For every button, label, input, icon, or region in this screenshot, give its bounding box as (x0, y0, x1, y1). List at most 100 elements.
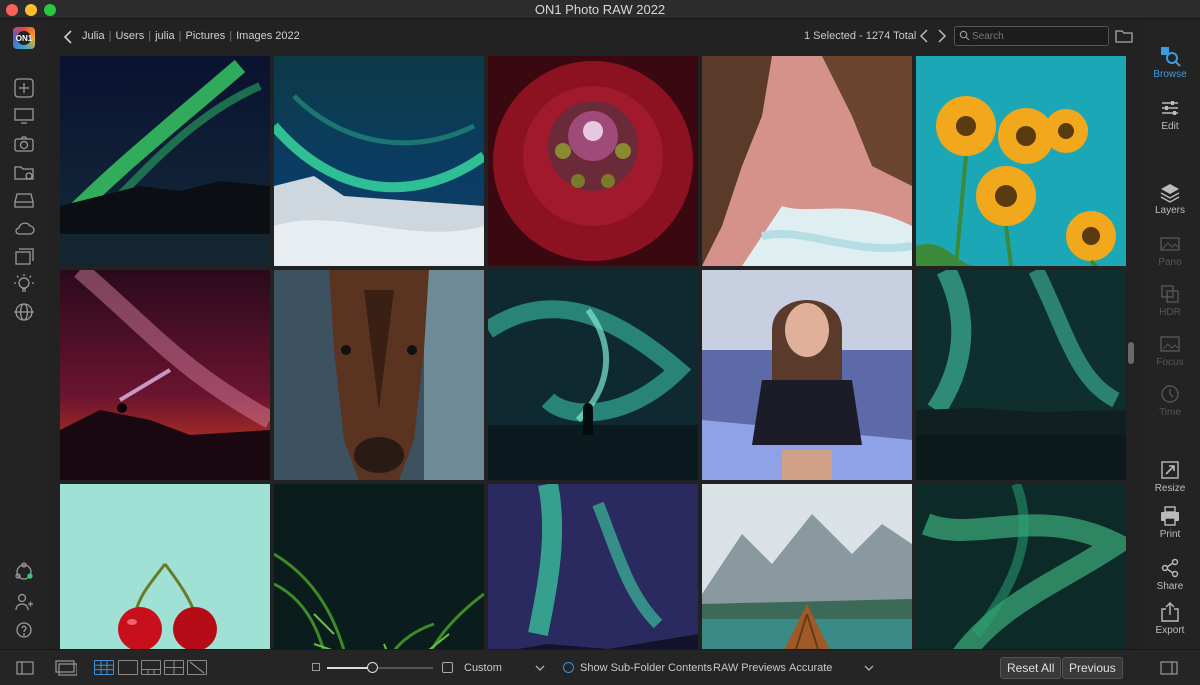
module-layers[interactable]: Layers (1140, 181, 1200, 216)
thumbnail-size-slider-track[interactable] (373, 667, 433, 669)
breadcrumb-item[interactable]: Images 2022 (236, 30, 300, 42)
cloud-icon[interactable] (12, 217, 36, 239)
photo-thumbnail[interactable] (702, 484, 912, 649)
module-edit[interactable]: Edit (1140, 97, 1200, 132)
module-label: Share (1156, 581, 1184, 592)
browser-header: Julia | Users | julia | Pictures | Images 20… (50, 19, 1140, 56)
title-bar: ON1 Photo RAW 2022 (0, 0, 1200, 19)
module-print[interactable]: Print (1140, 505, 1200, 540)
raw-previews-select[interactable]: Accurate (789, 650, 832, 685)
module-resize[interactable]: Resize (1140, 459, 1200, 494)
sort-select[interactable]: Custom (464, 650, 502, 685)
photo-thumbnail[interactable] (60, 270, 270, 480)
module-pano[interactable]: Pano (1140, 233, 1200, 268)
chevron-down-icon[interactable] (864, 664, 874, 672)
thumbnail-size-slider-knob[interactable] (367, 662, 378, 673)
filmstrip-view-icon (142, 669, 160, 674)
compare-grid-icon (165, 661, 183, 674)
breadcrumb: Julia | Users | julia | Pictures | Images 20… (82, 30, 300, 42)
search-box[interactable] (954, 26, 1109, 46)
module-share[interactable]: Share (1140, 557, 1200, 592)
photo-thumbnail[interactable] (60, 484, 270, 649)
folder-icon[interactable] (12, 161, 36, 183)
photo-thumbnail[interactable] (916, 56, 1126, 266)
module-time[interactable]: Time (1140, 383, 1200, 418)
focus-icon (1160, 336, 1180, 352)
photo-thumbnail[interactable] (488, 270, 698, 480)
module-browse[interactable]: Browse (1140, 45, 1200, 80)
grid-view-button[interactable] (94, 660, 114, 675)
resize-icon (1161, 461, 1179, 479)
albums-icon[interactable] (12, 245, 36, 267)
left-toolbar: ON1 (0, 19, 50, 685)
sort-select-value: Custom (464, 662, 502, 674)
breadcrumb-item[interactable]: Pictures (186, 30, 226, 42)
previous-image-icon[interactable] (918, 28, 930, 44)
breadcrumb-item[interactable]: julia (155, 30, 175, 42)
photo-thumbnail[interactable] (274, 56, 484, 266)
photo-thumbnail[interactable] (274, 270, 484, 480)
photo-thumbnail[interactable] (488, 484, 698, 649)
drive-icon[interactable] (12, 189, 36, 211)
sync-icon[interactable] (12, 561, 36, 583)
camera-icon[interactable] (12, 133, 36, 155)
detail-view-button[interactable] (118, 660, 138, 675)
selection-status: 1 Selected - 1274 Total (804, 30, 917, 42)
toggle-right-panel-icon[interactable] (1160, 661, 1178, 675)
search-icon (959, 30, 970, 41)
module-focus[interactable]: Focus (1140, 333, 1200, 368)
next-image-icon[interactable] (936, 28, 948, 44)
grid-scrollbar[interactable] (1128, 342, 1134, 364)
reset-all-button[interactable]: Reset All (1000, 657, 1062, 679)
filmstrip-view-button[interactable] (141, 660, 161, 675)
add-icon[interactable] (12, 77, 36, 99)
map-view-button[interactable] (187, 660, 207, 675)
app-logo[interactable]: ON1 (13, 27, 35, 49)
raw-previews-label: RAW Previews (713, 662, 786, 674)
search-input[interactable] (972, 28, 1104, 44)
new-folder-icon[interactable] (1114, 28, 1134, 44)
sort-checkbox[interactable] (442, 662, 453, 673)
photo-thumbnail[interactable] (488, 56, 698, 266)
module-hdr[interactable]: HDR (1140, 283, 1200, 318)
help-icon[interactable] (12, 619, 36, 641)
subfolder-label[interactable]: Show Sub-Folder Contents (580, 650, 712, 685)
app-logo-text: ON1 (16, 31, 32, 45)
module-label: Focus (1156, 357, 1184, 368)
small-thumb-icon (312, 663, 320, 671)
module-toolbar: Browse Edit Layers Pano HDR Focus Time R… (1140, 19, 1200, 685)
raw-previews-value: Accurate (789, 662, 833, 674)
toggle-left-panel-icon[interactable] (16, 661, 34, 675)
export-icon (1161, 602, 1179, 622)
module-label: Time (1159, 407, 1181, 418)
people-icon[interactable] (12, 591, 36, 613)
module-label: Layers (1154, 205, 1185, 216)
breadcrumb-item[interactable]: Users (115, 30, 144, 42)
bottom-bar: Custom Show Sub-Folder Contents RAW Prev… (0, 649, 1200, 685)
photo-thumbnail[interactable] (916, 270, 1126, 480)
bulb-icon[interactable] (12, 273, 36, 295)
back-chevron-icon[interactable] (62, 29, 74, 45)
clock-icon (1161, 385, 1179, 403)
module-label: Print (1159, 529, 1181, 540)
photo-thumbnail[interactable] (60, 56, 270, 266)
share-icon (1161, 558, 1179, 578)
photo-thumbnail[interactable] (702, 56, 912, 266)
display-icon[interactable] (12, 105, 36, 127)
breadcrumb-item[interactable]: Julia (82, 30, 105, 42)
grid-view-icon (95, 661, 113, 674)
photo-grid (60, 56, 1126, 649)
module-export[interactable]: Export (1140, 601, 1200, 636)
photo-thumbnail[interactable] (702, 270, 912, 480)
panorama-icon (1160, 237, 1180, 251)
compare-grid-button[interactable] (164, 660, 184, 675)
previous-button[interactable]: Previous (1062, 657, 1123, 679)
photo-thumbnail[interactable] (916, 484, 1126, 649)
compare-view-icon[interactable] (55, 660, 77, 676)
chevron-down-icon[interactable] (535, 664, 545, 672)
hdr-icon (1161, 285, 1179, 303)
globe-icon[interactable] (12, 301, 36, 323)
layers-icon (1160, 184, 1180, 203)
subfolder-toggle[interactable] (563, 662, 574, 673)
photo-thumbnail[interactable] (274, 484, 484, 649)
